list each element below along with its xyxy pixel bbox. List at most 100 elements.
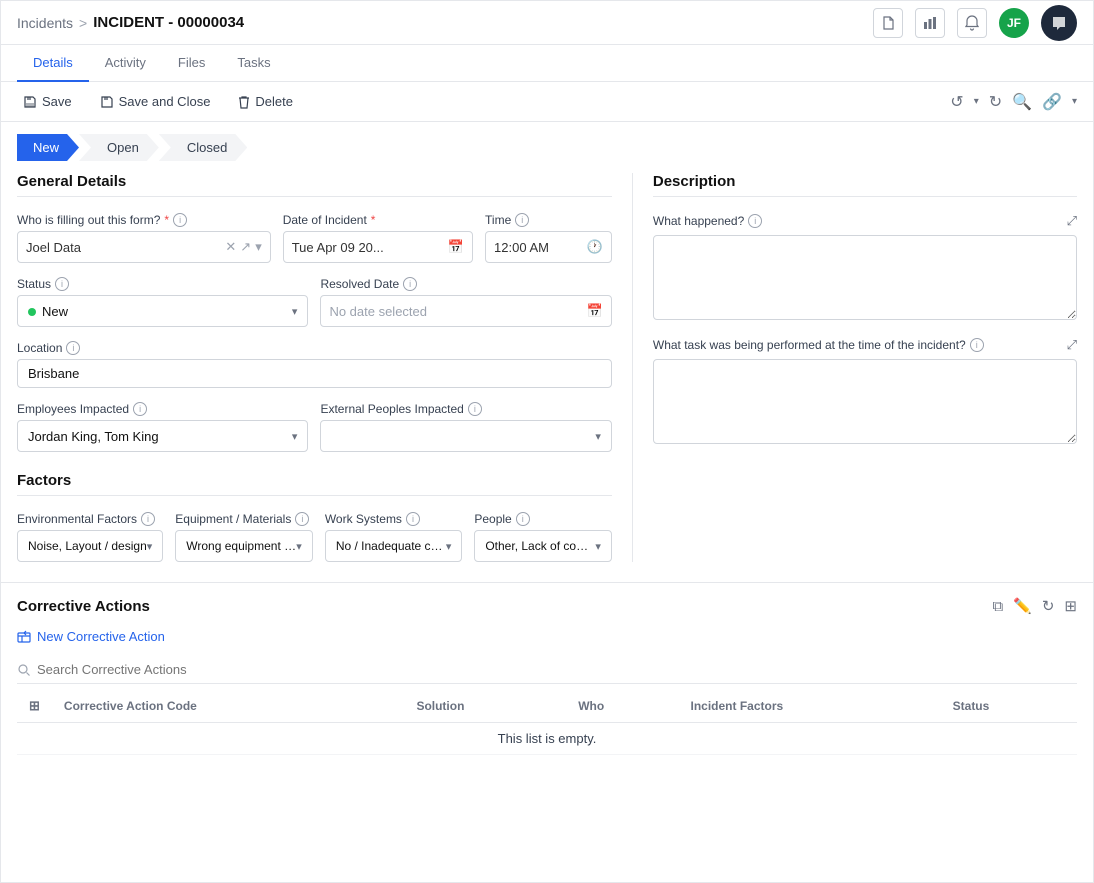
time-label: Time i: [485, 213, 612, 227]
form-row-status-resolved: Status i New ▾ Resolved Date i: [17, 277, 612, 327]
time-info-icon[interactable]: i: [515, 213, 529, 227]
status-info-icon[interactable]: i: [55, 277, 69, 291]
save-close-button[interactable]: Save and Close: [94, 90, 217, 113]
step-new[interactable]: New: [17, 134, 79, 161]
breadcrumb: Incidents > INCIDENT - 00000034: [17, 14, 244, 31]
environmental-info-icon[interactable]: i: [141, 512, 155, 526]
external-info-icon[interactable]: i: [468, 402, 482, 416]
search-corrective-input[interactable]: [37, 662, 1077, 677]
chat-button[interactable]: [1041, 5, 1077, 41]
empty-row: This list is empty.: [17, 723, 1077, 755]
tab-activity[interactable]: Activity: [89, 45, 162, 82]
people-chevron: ▾: [595, 540, 601, 553]
status-select[interactable]: New ▾: [17, 295, 308, 327]
date-input[interactable]: Tue Apr 09 20... 📅: [283, 231, 473, 263]
work-systems-group: Work Systems i No / Inadequate controls …: [325, 512, 463, 562]
what-happened-group: What happened? i ⤢: [653, 213, 1077, 323]
corrective-actions-section: Corrective Actions ⧉ ✏️ ↻ ⊞ New Correcti…: [1, 582, 1093, 755]
link-dropdown-icon[interactable]: ▾: [1072, 96, 1077, 107]
status-steps: New Open Closed: [1, 122, 1093, 173]
step-open[interactable]: Open: [79, 134, 159, 161]
equipment-select[interactable]: Wrong equipment for the job, Equipme... …: [175, 530, 313, 562]
location-label: Location i: [17, 341, 612, 355]
what-happened-textarea[interactable]: [653, 235, 1077, 320]
task-label: What task was being performed at the tim…: [653, 338, 984, 352]
employees-chevron: ▾: [292, 430, 298, 443]
document-icon-btn[interactable]: [873, 8, 903, 38]
employees-group: Employees Impacted i Jordan King, Tom Ki…: [17, 402, 308, 452]
work-systems-chevron: ▾: [446, 540, 452, 553]
what-happened-label: What happened? i: [653, 214, 762, 228]
people-label: People i: [474, 512, 612, 526]
chart-icon-btn[interactable]: [915, 8, 945, 38]
date-group: Date of Incident * Tue Apr 09 20... 📅: [283, 213, 473, 263]
environmental-label: Environmental Factors i: [17, 512, 163, 526]
clock-icon[interactable]: 🕐: [587, 239, 603, 255]
environmental-select[interactable]: Noise, Layout / design ▾: [17, 530, 163, 562]
history-dropdown-icon[interactable]: ▾: [974, 96, 979, 107]
resolved-date-input[interactable]: No date selected 📅: [320, 295, 611, 327]
toolbar-right: ↺ ▾ ↻ 🔍 🔗 ▾: [950, 92, 1077, 112]
resolved-date-group: Resolved Date i No date selected 📅: [320, 277, 611, 327]
work-systems-info-icon[interactable]: i: [406, 512, 420, 526]
who-dropdown-icon[interactable]: ▾: [255, 239, 262, 255]
task-expand-icon[interactable]: ⤢: [1067, 337, 1077, 353]
employees-select[interactable]: Jordan King, Tom King ▾: [17, 420, 308, 452]
who-external-icon[interactable]: ↗: [240, 239, 251, 255]
tabs-bar: Details Activity Files Tasks: [1, 45, 1093, 82]
time-input[interactable]: 12:00 AM 🕐: [485, 231, 612, 263]
resolved-info-icon[interactable]: i: [403, 277, 417, 291]
who-info-icon[interactable]: i: [173, 213, 187, 227]
task-info-icon[interactable]: i: [970, 338, 984, 352]
user-avatar[interactable]: JF: [999, 8, 1029, 38]
col-factors: Incident Factors: [679, 690, 941, 723]
people-info-icon[interactable]: i: [516, 512, 530, 526]
equipment-group: Equipment / Materials i Wrong equipment …: [175, 512, 313, 562]
tab-details[interactable]: Details: [17, 45, 89, 82]
tab-files[interactable]: Files: [162, 45, 221, 82]
corrective-table: ⊞ Corrective Action Code Solution Who In…: [17, 690, 1077, 755]
new-corrective-button[interactable]: New Corrective Action: [17, 625, 165, 648]
external-select[interactable]: ▾: [320, 420, 611, 452]
tab-tasks[interactable]: Tasks: [221, 45, 286, 82]
what-happened-expand-icon[interactable]: ⤢: [1067, 213, 1077, 229]
link-icon[interactable]: 🔗: [1042, 92, 1062, 112]
col-who: Who: [566, 690, 678, 723]
bell-icon-btn[interactable]: [957, 8, 987, 38]
resolved-calendar-icon[interactable]: 📅: [587, 303, 603, 319]
location-input[interactable]: [17, 359, 612, 388]
empty-message: This list is empty.: [17, 723, 1077, 755]
status-dot: [28, 308, 36, 316]
employees-info-icon[interactable]: i: [133, 402, 147, 416]
history-icon[interactable]: ↺: [950, 92, 963, 112]
corrective-grid-icon[interactable]: ⊞: [1064, 597, 1077, 615]
breadcrumb-current: INCIDENT - 00000034: [93, 14, 244, 31]
calendar-icon[interactable]: 📅: [448, 239, 464, 255]
date-label: Date of Incident *: [283, 213, 473, 227]
corrective-copy-icon[interactable]: ⧉: [992, 598, 1003, 615]
what-happened-info-icon[interactable]: i: [748, 214, 762, 228]
location-info-icon[interactable]: i: [66, 341, 80, 355]
corrective-header: Corrective Actions ⧉ ✏️ ↻ ⊞: [17, 583, 1077, 625]
col-solution: Solution: [404, 690, 566, 723]
breadcrumb-link[interactable]: Incidents: [17, 15, 73, 31]
work-systems-select[interactable]: No / Inadequate controls implemente... ▾: [325, 530, 463, 562]
search-icon[interactable]: 🔍: [1012, 92, 1032, 112]
environmental-group: Environmental Factors i Noise, Layout / …: [17, 512, 163, 562]
who-clear-icon[interactable]: ✕: [225, 239, 236, 255]
corrective-edit-icon[interactable]: ✏️: [1013, 597, 1032, 615]
people-select[interactable]: Other, Lack of communication ▾: [474, 530, 612, 562]
step-closed[interactable]: Closed: [159, 134, 247, 161]
status-chevron: ▾: [292, 305, 298, 318]
delete-button[interactable]: Delete: [232, 90, 299, 113]
breadcrumb-separator: >: [79, 15, 87, 31]
task-textarea[interactable]: [653, 359, 1077, 444]
environmental-chevron: ▾: [147, 540, 153, 553]
equipment-info-icon[interactable]: i: [295, 512, 309, 526]
corrective-refresh-icon[interactable]: ↻: [1042, 597, 1055, 615]
who-input[interactable]: Joel Data ✕ ↗ ▾: [17, 231, 271, 263]
right-panel: Description What happened? i ⤢ Wha: [632, 173, 1077, 562]
general-details-title: General Details: [17, 173, 612, 197]
refresh-icon[interactable]: ↻: [989, 92, 1002, 112]
save-button[interactable]: Save: [17, 90, 78, 113]
